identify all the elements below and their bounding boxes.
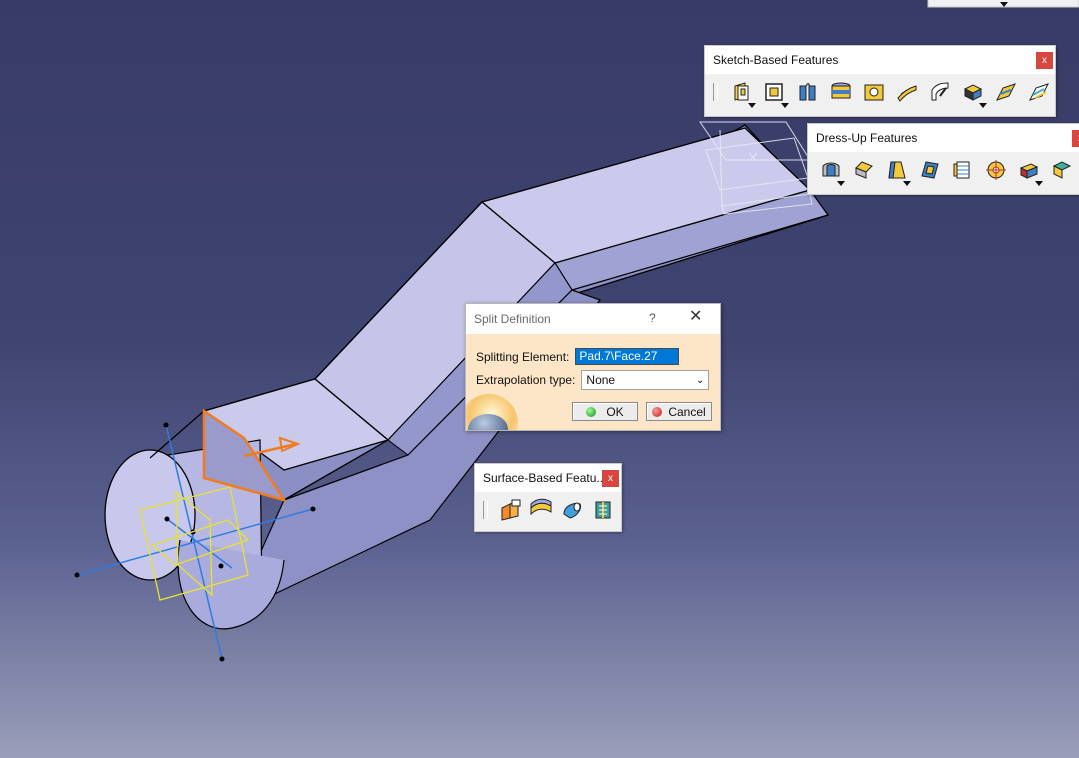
sew-surface-icon[interactable]	[588, 496, 618, 524]
ok-label: OK	[606, 404, 624, 419]
pocket-icon[interactable]	[760, 78, 790, 108]
toolbar-grip[interactable]	[713, 83, 718, 101]
help-button[interactable]: ?	[649, 311, 656, 325]
extrapolation-type-select[interactable]: None ⌄	[581, 370, 710, 390]
thread-icon[interactable]	[981, 156, 1011, 184]
shell-icon[interactable]	[915, 156, 945, 184]
extrapolation-type-label: Extrapolation type:	[476, 373, 576, 387]
dialog-title: Split Definition	[474, 312, 551, 326]
split-icon[interactable]	[495, 496, 525, 524]
dialog-title-bar[interactable]: Split Definition ? ✕	[466, 304, 720, 334]
close-button[interactable]: x	[1072, 130, 1079, 147]
slot-icon[interactable]	[925, 78, 955, 106]
remove-face-icon[interactable]	[1014, 156, 1044, 186]
sketch-based-title: Sketch-Based Features	[713, 53, 839, 67]
ok-button[interactable]: OK	[572, 402, 638, 421]
close-icon[interactable]: ✕	[689, 309, 702, 325]
shaft-icon[interactable]	[793, 78, 823, 106]
sketch-based-features-toolbar[interactable]: Sketch-Based Features x	[704, 45, 1056, 117]
chamfer-icon[interactable]	[849, 156, 879, 184]
toolbar-grip[interactable]	[483, 501, 488, 519]
toolbar-title[interactable]: Dress-Up Features x	[808, 124, 1079, 152]
groove-icon[interactable]	[826, 78, 856, 106]
close-button[interactable]: x	[1036, 52, 1053, 69]
pad-icon[interactable]	[727, 78, 757, 108]
dress-up-title: Dress-Up Features	[816, 131, 918, 145]
toolbar-title[interactable]: Surface-Based Featu... x	[475, 464, 621, 492]
rib-icon[interactable]	[892, 78, 922, 106]
multi-section-solid-icon[interactable]	[991, 78, 1021, 106]
edge-fillet-icon[interactable]	[816, 156, 846, 186]
chevron-down-icon[interactable]: ⌄	[696, 375, 704, 386]
stiffener-icon[interactable]	[958, 78, 988, 108]
cancel-button[interactable]: Cancel	[646, 402, 712, 421]
thick-surface-icon[interactable]	[526, 496, 556, 524]
cancel-red-icon	[652, 406, 663, 417]
splitting-element-field[interactable]: Pad.7\Face.27	[575, 348, 680, 365]
thickness-icon[interactable]	[948, 156, 978, 184]
removed-multi-section-icon[interactable]	[1024, 78, 1054, 106]
toolbar-title[interactable]: Sketch-Based Features x	[705, 46, 1055, 74]
close-surface-icon[interactable]	[557, 496, 587, 524]
splitting-element-label: Splitting Element:	[476, 349, 570, 364]
replace-face-icon[interactable]	[1047, 156, 1077, 184]
extrapolation-type-value: None	[586, 373, 616, 387]
draft-icon[interactable]	[882, 156, 912, 186]
surface-based-features-toolbar[interactable]: Surface-Based Featu... x	[474, 463, 622, 532]
hole-icon[interactable]	[859, 78, 889, 106]
dress-up-features-toolbar[interactable]: Dress-Up Features x	[807, 123, 1079, 195]
split-definition-dialog[interactable]: Split Definition ? ✕ Splitting Element: …	[465, 303, 721, 431]
cancel-label: Cancel	[668, 404, 706, 419]
close-button[interactable]: x	[602, 470, 619, 487]
surface-based-title: Surface-Based Featu...	[483, 471, 607, 485]
ok-green-icon	[586, 406, 597, 417]
